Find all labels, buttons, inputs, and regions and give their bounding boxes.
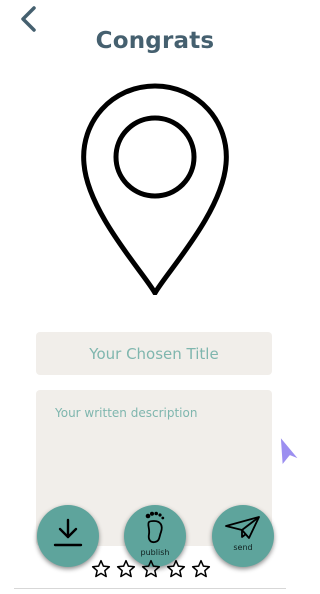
- download-button[interactable]: [37, 505, 99, 567]
- description-placeholder: Your written description: [55, 406, 198, 420]
- pointer-cursor-icon: [279, 435, 301, 467]
- publish-button[interactable]: publish: [124, 505, 186, 567]
- title-placeholder: Your Chosen Title: [89, 344, 219, 363]
- star-outline-icon[interactable]: [141, 559, 161, 579]
- footprint-icon: [145, 511, 165, 544]
- title-input[interactable]: Your Chosen Title: [36, 332, 272, 375]
- paper-plane-icon: [225, 516, 260, 539]
- star-outline-icon[interactable]: [116, 559, 136, 579]
- star-outline-icon[interactable]: [166, 559, 186, 579]
- star-outline-icon[interactable]: [191, 559, 211, 579]
- download-icon: [53, 518, 83, 547]
- star-rating: [91, 559, 211, 581]
- bottom-divider: [14, 588, 286, 589]
- map-pin-icon: [81, 83, 229, 295]
- send-button[interactable]: send: [212, 505, 274, 567]
- star-outline-icon[interactable]: [91, 559, 111, 579]
- send-label: send: [233, 543, 253, 552]
- publish-label: publish: [140, 548, 170, 557]
- page-title: Congrats: [95, 28, 215, 54]
